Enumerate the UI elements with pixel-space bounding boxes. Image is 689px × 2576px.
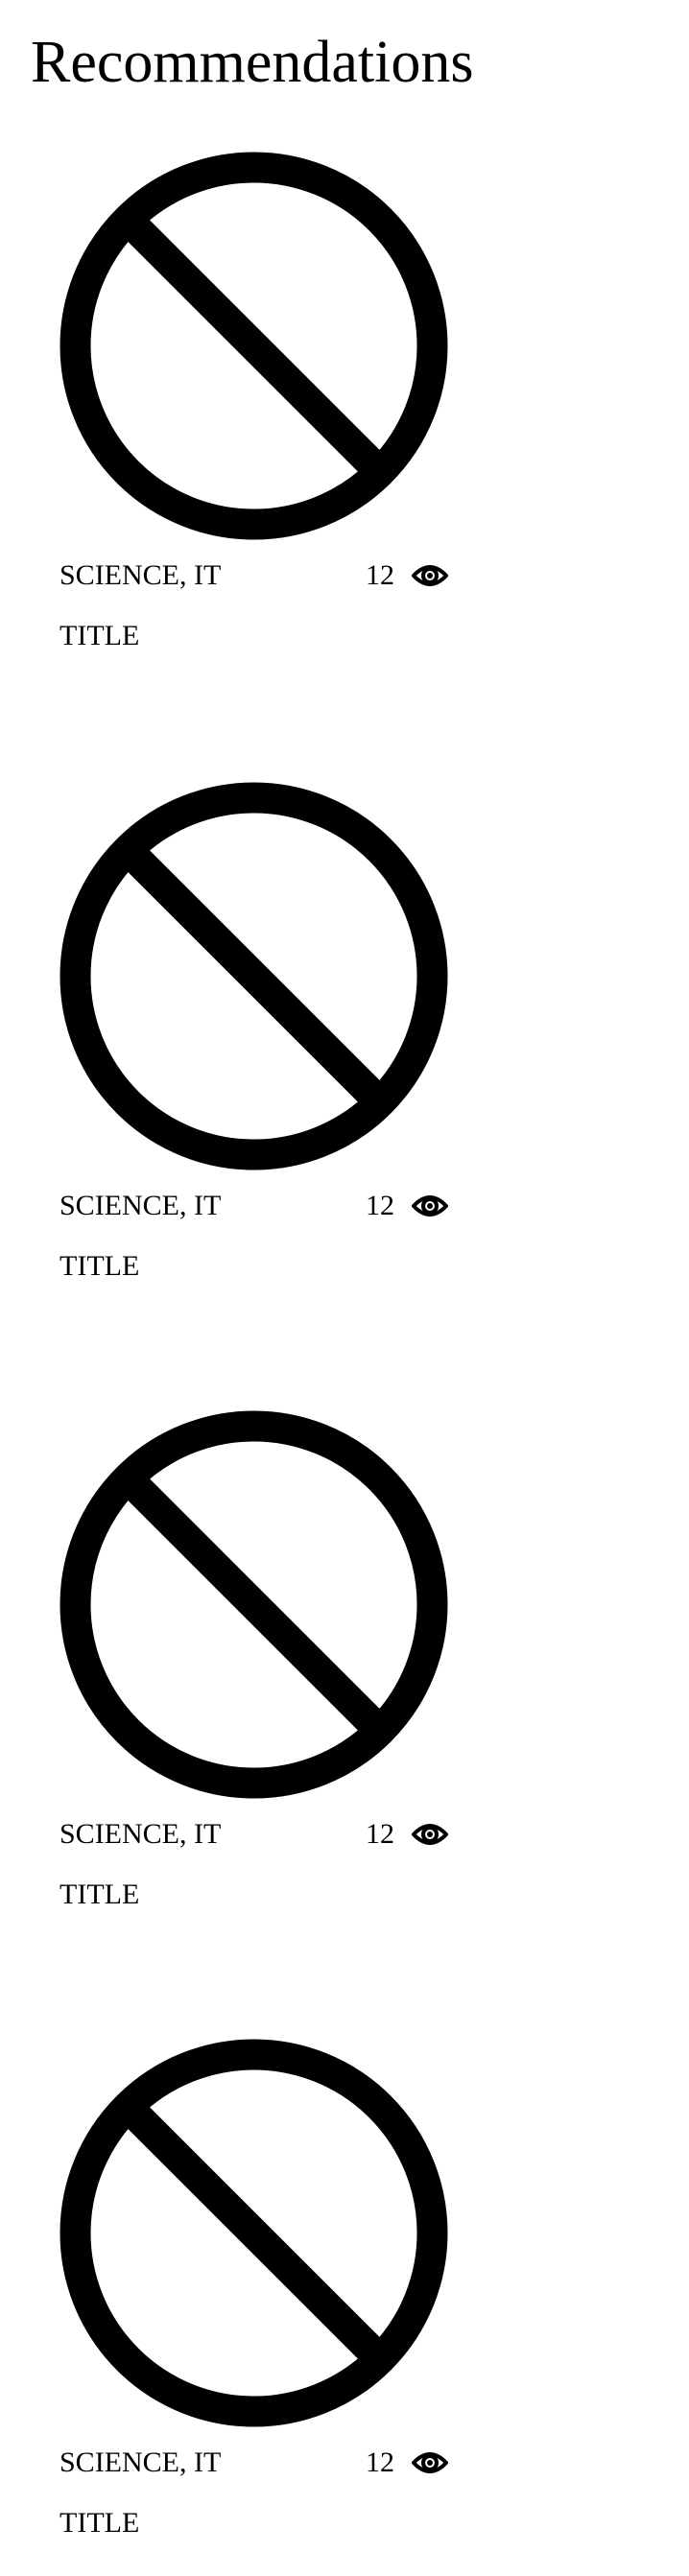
card-title[interactable]: TITLE bbox=[59, 617, 139, 655]
card-meta: SCIENCE, IT 12 bbox=[59, 1815, 448, 1854]
no-image-icon[interactable] bbox=[59, 152, 448, 540]
recommendation-card[interactable]: SCIENCE, IT 12 TITLE bbox=[59, 782, 448, 1319]
card-meta: SCIENCE, IT 12 bbox=[59, 2444, 448, 2482]
view-count: 12 bbox=[366, 1187, 448, 1225]
eye-icon bbox=[412, 1820, 448, 1849]
page-title: Recommendations bbox=[31, 30, 474, 95]
no-image-icon[interactable] bbox=[59, 1410, 448, 1799]
view-count: 12 bbox=[366, 2444, 448, 2482]
card-title[interactable]: TITLE bbox=[59, 2504, 139, 2542]
view-count-value: 12 bbox=[366, 559, 394, 591]
card-title[interactable]: TITLE bbox=[59, 1876, 139, 1914]
card-category: SCIENCE, IT bbox=[59, 1190, 222, 1221]
recommendation-card[interactable]: SCIENCE, IT 12 TITLE bbox=[59, 152, 448, 689]
view-count: 12 bbox=[366, 1815, 448, 1854]
eye-icon bbox=[412, 2448, 448, 2477]
recommendation-card[interactable]: SCIENCE, IT 12 TITLE bbox=[59, 1410, 448, 1948]
view-count-value: 12 bbox=[366, 1190, 394, 1221]
no-image-icon[interactable] bbox=[59, 2039, 448, 2427]
eye-icon bbox=[412, 1192, 448, 1220]
view-count-value: 12 bbox=[366, 1818, 394, 1850]
card-category: SCIENCE, IT bbox=[59, 559, 222, 591]
card-meta: SCIENCE, IT 12 bbox=[59, 1187, 448, 1225]
eye-icon bbox=[412, 561, 448, 590]
recommendation-card[interactable]: SCIENCE, IT 12 TITLE bbox=[59, 2039, 448, 2576]
view-count-value: 12 bbox=[366, 2446, 394, 2478]
card-title[interactable]: TITLE bbox=[59, 1247, 139, 1286]
view-count: 12 bbox=[366, 556, 448, 595]
card-category: SCIENCE, IT bbox=[59, 2446, 222, 2478]
card-meta: SCIENCE, IT 12 bbox=[59, 556, 448, 595]
card-category: SCIENCE, IT bbox=[59, 1818, 222, 1850]
no-image-icon[interactable] bbox=[59, 782, 448, 1170]
